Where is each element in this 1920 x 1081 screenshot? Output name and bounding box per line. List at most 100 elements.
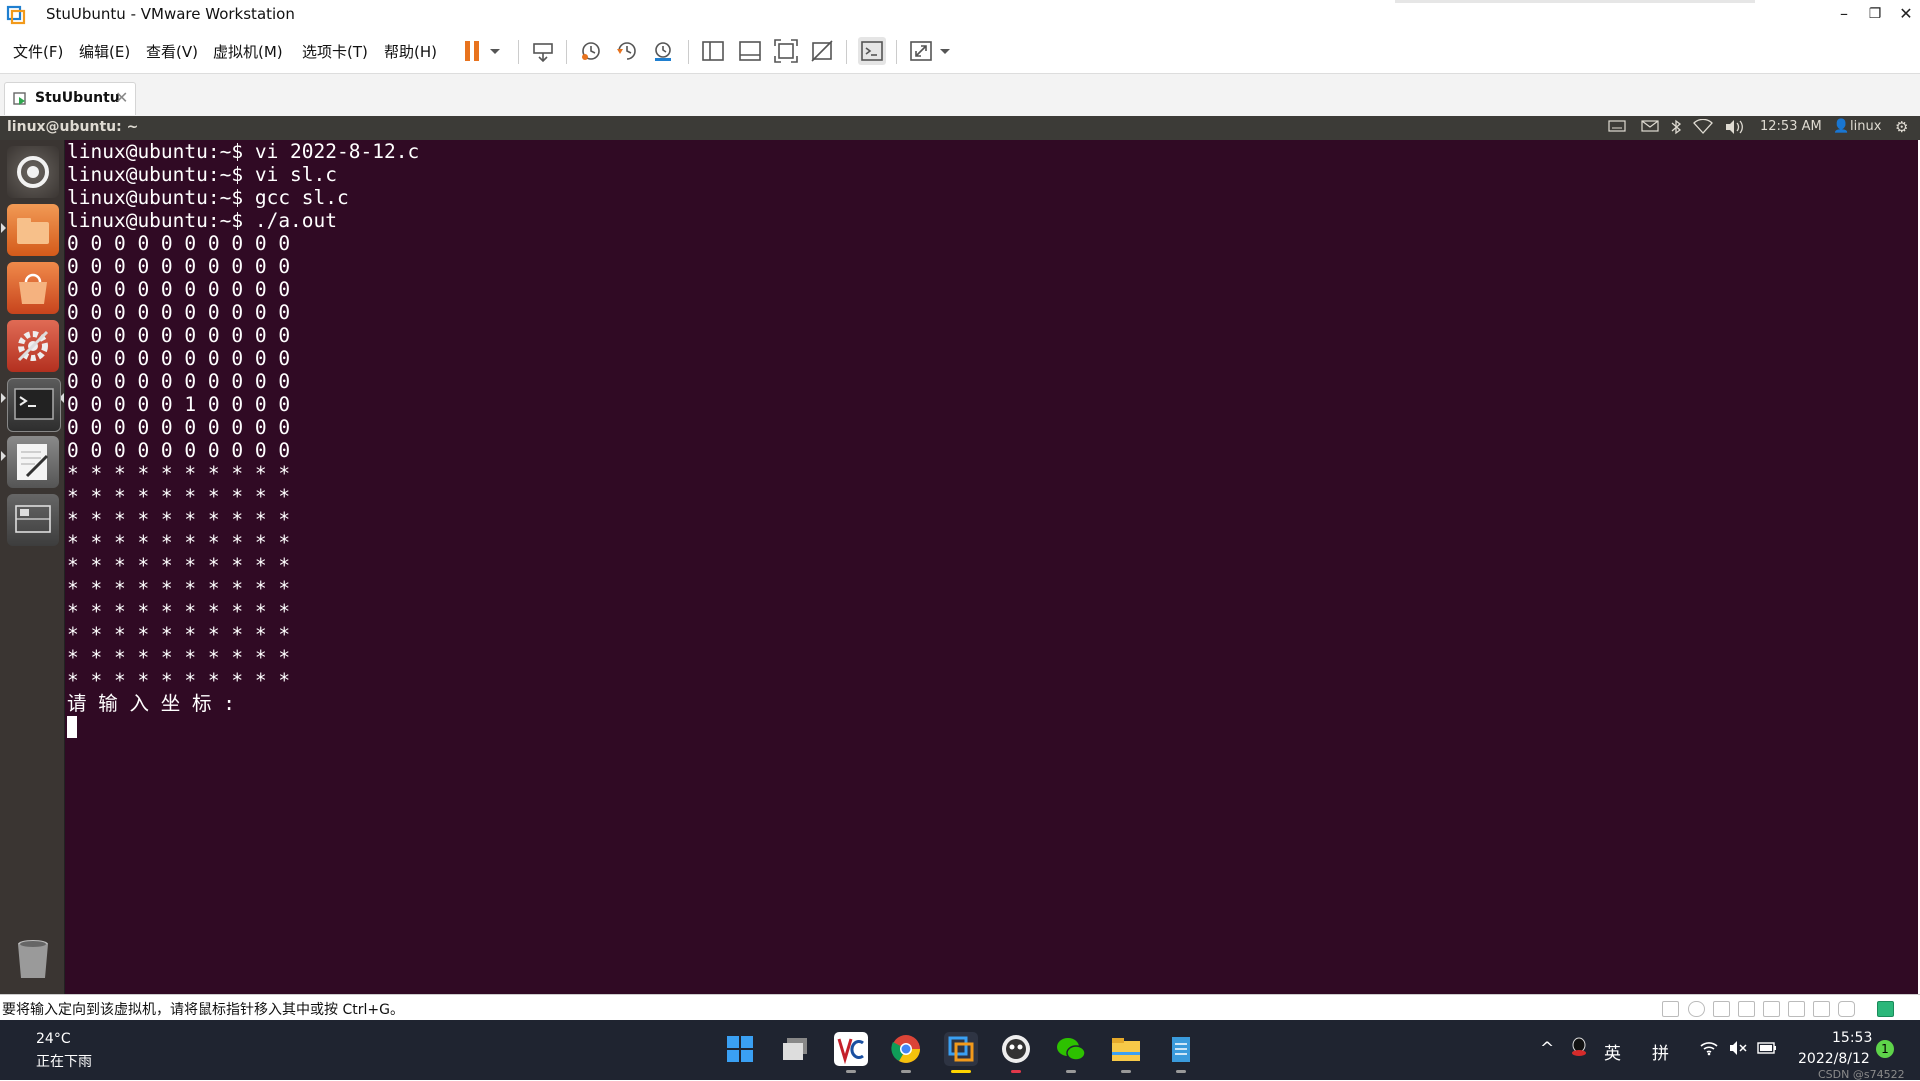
keyboard-icon[interactable]	[1608, 119, 1626, 137]
mail-icon[interactable]	[1641, 119, 1659, 137]
tab-close-button[interactable]: ✕	[115, 88, 128, 107]
tab-stuubuntu[interactable]: StuUbuntu ✕	[4, 82, 136, 115]
qq-tray-icon[interactable]	[1570, 1036, 1588, 1063]
terminal-icon[interactable]	[7, 378, 61, 432]
terminal-line: * * * * * * * * * *	[67, 554, 291, 577]
launcher-running-pip	[1, 393, 6, 403]
hard-disk-icon[interactable]	[1662, 1001, 1679, 1017]
ime-language[interactable]: 英	[1604, 1039, 1621, 1064]
panel-window-title: linux@ubuntu: ~	[7, 119, 139, 135]
tab-label: StuUbuntu	[35, 90, 120, 106]
app-running-indicator	[1176, 1070, 1186, 1073]
unity-icon[interactable]	[809, 38, 835, 64]
weather-description[interactable]: 正在下雨	[36, 1051, 92, 1071]
terminal-line: 0 0 0 0 0 0 0 0 0 0	[67, 232, 291, 255]
snapshot-icon[interactable]	[578, 38, 604, 64]
app-active-indicator	[951, 1070, 971, 1073]
terminal-line: 0 0 0 0 0 1 0 0 0 0	[67, 393, 291, 416]
app-running-indicator	[1066, 1070, 1076, 1073]
taskbar-clock-time[interactable]: 15:53	[1832, 1030, 1872, 1046]
sound-icon[interactable]	[1813, 1001, 1830, 1017]
dropdown-icon[interactable]	[938, 38, 952, 64]
revert-snapshot-icon[interactable]	[614, 38, 640, 64]
task-view-icon[interactable]	[778, 1032, 812, 1066]
terminal-window[interactable]: linux@ubuntu:~$ vi 2022-8-12.c linux@ubun…	[65, 140, 1918, 994]
pause-icon[interactable]	[460, 38, 486, 64]
toolbar-separator	[896, 40, 897, 64]
vmware-icon[interactable]	[944, 1032, 978, 1066]
weather-temperature[interactable]: 24°C	[36, 1031, 71, 1047]
files-icon[interactable]	[7, 204, 59, 256]
wechat-icon[interactable]	[1054, 1032, 1088, 1066]
launcher-running-pip	[1, 223, 6, 233]
library-view-icon[interactable]	[700, 38, 726, 64]
message-icon[interactable]	[1877, 1001, 1894, 1017]
visual-c-icon[interactable]	[834, 1032, 868, 1066]
network-icon[interactable]	[1693, 118, 1713, 139]
usb-icon[interactable]	[1788, 1001, 1805, 1017]
toolbar-separator	[566, 40, 567, 64]
taskbar-clock-date[interactable]: 2022/8/12	[1798, 1051, 1870, 1067]
chrome-icon[interactable]	[889, 1032, 923, 1066]
menu-view[interactable]: 查看(V)	[146, 41, 198, 62]
dash-icon[interactable]	[7, 146, 59, 198]
camera-icon[interactable]	[1838, 1001, 1855, 1017]
muted-volume-icon[interactable]	[1728, 1040, 1748, 1061]
menu-edit[interactable]: 编辑(E)	[79, 41, 130, 62]
csdn-watermark: CSDN @s74522	[1818, 1068, 1905, 1081]
title-decoration	[1395, 0, 1755, 3]
vmware-status-bar: 要将输入定向到该虚拟机，请将鼠标指针移入其中或按 Ctrl+G。	[0, 994, 1920, 1021]
network-adapter-icon[interactable]	[1738, 1001, 1755, 1017]
terminal-line: * * * * * * * * * *	[67, 508, 291, 531]
file-explorer-icon[interactable]	[1109, 1032, 1143, 1066]
wifi-icon[interactable]	[1699, 1040, 1719, 1061]
ime-mode[interactable]: 拼	[1652, 1039, 1669, 1064]
terminal-line: 请 输 入 坐 标 :	[67, 692, 235, 715]
menu-tabs[interactable]: 选项卡(T)	[302, 41, 368, 62]
text-editor-icon[interactable]	[7, 436, 59, 488]
toolbar-separator	[518, 40, 519, 64]
terminal-line: * * * * * * * * * *	[67, 462, 291, 485]
stretch-guest-icon[interactable]	[908, 38, 934, 64]
terminal-output: linux@ubuntu:~$ vi 2022-8-12.c linux@ubun…	[67, 140, 419, 715]
terminal-line: 0 0 0 0 0 0 0 0 0 0	[67, 416, 291, 439]
notification-badge[interactable]: 1	[1876, 1040, 1894, 1058]
volume-icon[interactable]	[1724, 119, 1746, 139]
trash-icon[interactable]	[7, 932, 59, 984]
panel-clock[interactable]: 12:53 AM	[1760, 119, 1822, 134]
terminal-line: 0 0 0 0 0 0 0 0 0 0	[67, 370, 291, 393]
workspace-switcher-icon[interactable]	[7, 494, 59, 546]
menu-vm[interactable]: 虚拟机(M)	[213, 41, 283, 62]
snapshot-manager-icon[interactable]	[650, 38, 676, 64]
close-button[interactable]: ✕	[1884, 0, 1920, 30]
cd-icon[interactable]	[1688, 1001, 1705, 1017]
bluetooth-icon[interactable]	[1670, 119, 1682, 139]
dropdown-icon[interactable]	[488, 38, 502, 64]
thumbnail-view-icon[interactable]	[737, 38, 763, 64]
floppy-icon[interactable]	[1713, 1001, 1730, 1017]
terminal-line: * * * * * * * * * *	[67, 646, 291, 669]
session-gear-icon[interactable]: ⚙	[1895, 118, 1908, 136]
software-center-icon[interactable]	[7, 262, 59, 314]
windows-taskbar: 24°C 正在下雨 ^ 英 拼 15:53 2022/8/12 1 CSDN @…	[0, 1020, 1920, 1081]
terminal-line: linux@ubuntu:~$ vi sl.c	[67, 163, 338, 186]
app-running-indicator	[846, 1070, 856, 1073]
app-running-indicator	[901, 1070, 911, 1073]
send-ctrl-alt-del-icon[interactable]	[530, 38, 556, 64]
printer-icon[interactable]	[1763, 1001, 1780, 1017]
windows-start-icon[interactable]	[723, 1032, 757, 1066]
tray-overflow-chevron[interactable]: ^	[1540, 1039, 1554, 1059]
battery-icon[interactable]	[1756, 1040, 1778, 1061]
notepad-icon[interactable]	[1164, 1032, 1198, 1066]
menu-help[interactable]: 帮助(H)	[384, 41, 437, 62]
panel-user[interactable]: linux	[1850, 119, 1881, 134]
terminal-line: 0 0 0 0 0 0 0 0 0 0	[67, 439, 291, 462]
unity-launcher	[0, 140, 65, 994]
console-view-icon[interactable]	[858, 37, 886, 65]
menu-file[interactable]: 文件(F)	[13, 41, 63, 62]
terminal-line: * * * * * * * * * *	[67, 577, 291, 600]
toolbar-separator	[688, 40, 689, 64]
system-settings-icon[interactable]	[7, 320, 59, 372]
qq-music-icon[interactable]	[999, 1032, 1033, 1066]
fullscreen-icon[interactable]	[773, 38, 799, 64]
